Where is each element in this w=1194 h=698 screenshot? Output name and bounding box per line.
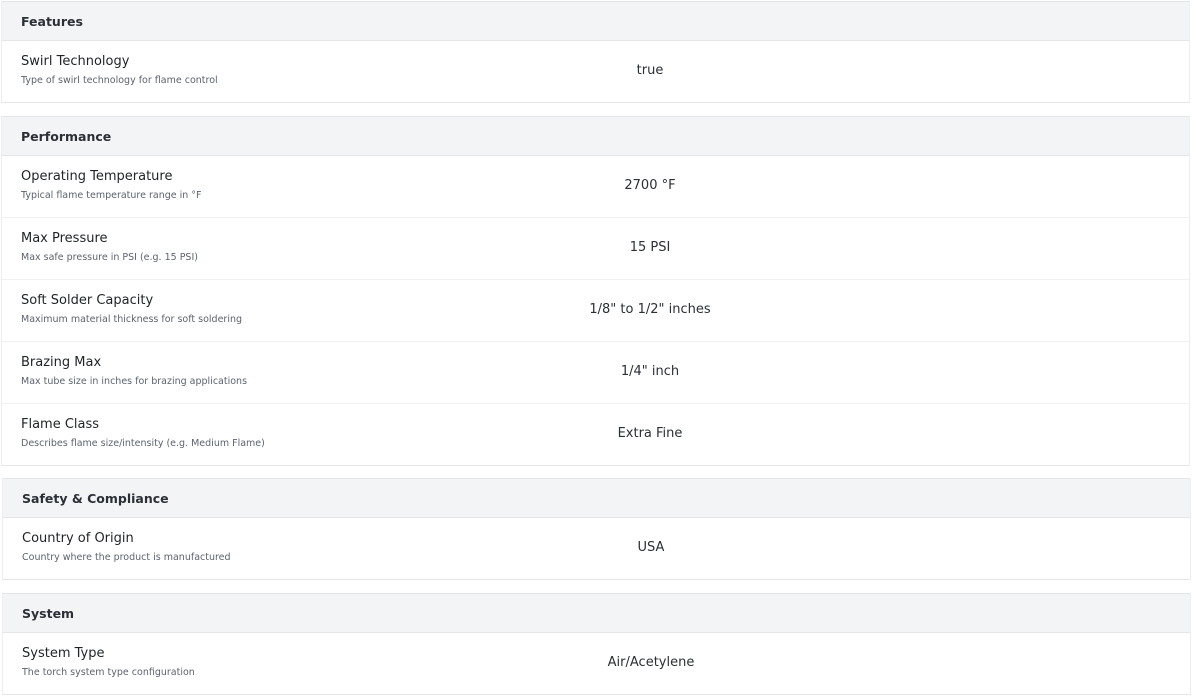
spec-label: Operating Temperature bbox=[21, 169, 173, 184]
spec-row-swirl-technology: Swirl Technology Type of swirl technolog… bbox=[2, 41, 1189, 103]
spec-description: Max safe pressure in PSI (e.g. 15 PSI) bbox=[21, 252, 198, 263]
spec-description: Typical flame temperature range in °F bbox=[21, 190, 202, 201]
spec-row-soft-solder-capacity: Soft Solder Capacity Maximum material th… bbox=[2, 280, 1189, 342]
spec-row-brazing-max: Brazing Max Max tube size in inches for … bbox=[2, 342, 1189, 404]
section-safety-compliance: Safety & Compliance Country of Origin Co… bbox=[2, 478, 1191, 580]
spec-description: Type of swirl technology for flame contr… bbox=[21, 75, 218, 86]
spec-description: Max tube size in inches for brazing appl… bbox=[21, 376, 248, 387]
spec-row-flame-class: Flame Class Describes flame size/intensi… bbox=[2, 404, 1189, 466]
spec-value: USA bbox=[637, 540, 665, 555]
section-performance: Performance Operating Temperature Typica… bbox=[1, 116, 1190, 466]
spec-label: Brazing Max bbox=[21, 355, 102, 370]
section-title: Performance bbox=[2, 116, 1189, 156]
spec-label: Country of Origin bbox=[22, 531, 134, 546]
spec-value: 15 PSI bbox=[629, 240, 671, 255]
spec-value: 1/4" inch bbox=[620, 364, 680, 379]
spec-value: Air/Acetylene bbox=[607, 655, 695, 670]
spec-label: Max Pressure bbox=[21, 231, 108, 246]
spec-label: Soft Solder Capacity bbox=[21, 293, 154, 308]
section-title: System bbox=[3, 593, 1190, 633]
spec-value: 2700 °F bbox=[624, 178, 676, 193]
spec-description: Maximum material thickness for soft sold… bbox=[21, 314, 243, 325]
spec-description: Describes flame size/intensity (e.g. Med… bbox=[21, 438, 265, 449]
section-features: Features Swirl Technology Type of swirl … bbox=[1, 1, 1190, 103]
spec-label: System Type bbox=[22, 646, 105, 661]
spec-value: Extra Fine bbox=[617, 426, 683, 441]
spec-row-country-of-origin: Country of Origin Country where the prod… bbox=[3, 518, 1190, 580]
spec-value: 1/8" to 1/2" inches bbox=[589, 302, 711, 317]
specifications-table: Features Swirl Technology Type of swirl … bbox=[0, 0, 1194, 698]
section-title: Safety & Compliance bbox=[3, 478, 1190, 518]
spec-value: true bbox=[636, 63, 664, 78]
spec-row-system-type: System Type The torch system type config… bbox=[3, 633, 1190, 695]
section-system: System System Type The torch system type… bbox=[2, 593, 1191, 695]
spec-row-operating-temperature: Operating Temperature Typical flame temp… bbox=[2, 156, 1189, 218]
spec-label: Swirl Technology bbox=[21, 54, 130, 69]
spec-description: The torch system type configuration bbox=[22, 667, 195, 678]
section-title: Features bbox=[2, 1, 1189, 41]
spec-row-max-pressure: Max Pressure Max safe pressure in PSI (e… bbox=[2, 218, 1189, 280]
spec-label: Flame Class bbox=[21, 417, 100, 432]
spec-description: Country where the product is manufacture… bbox=[22, 552, 231, 563]
